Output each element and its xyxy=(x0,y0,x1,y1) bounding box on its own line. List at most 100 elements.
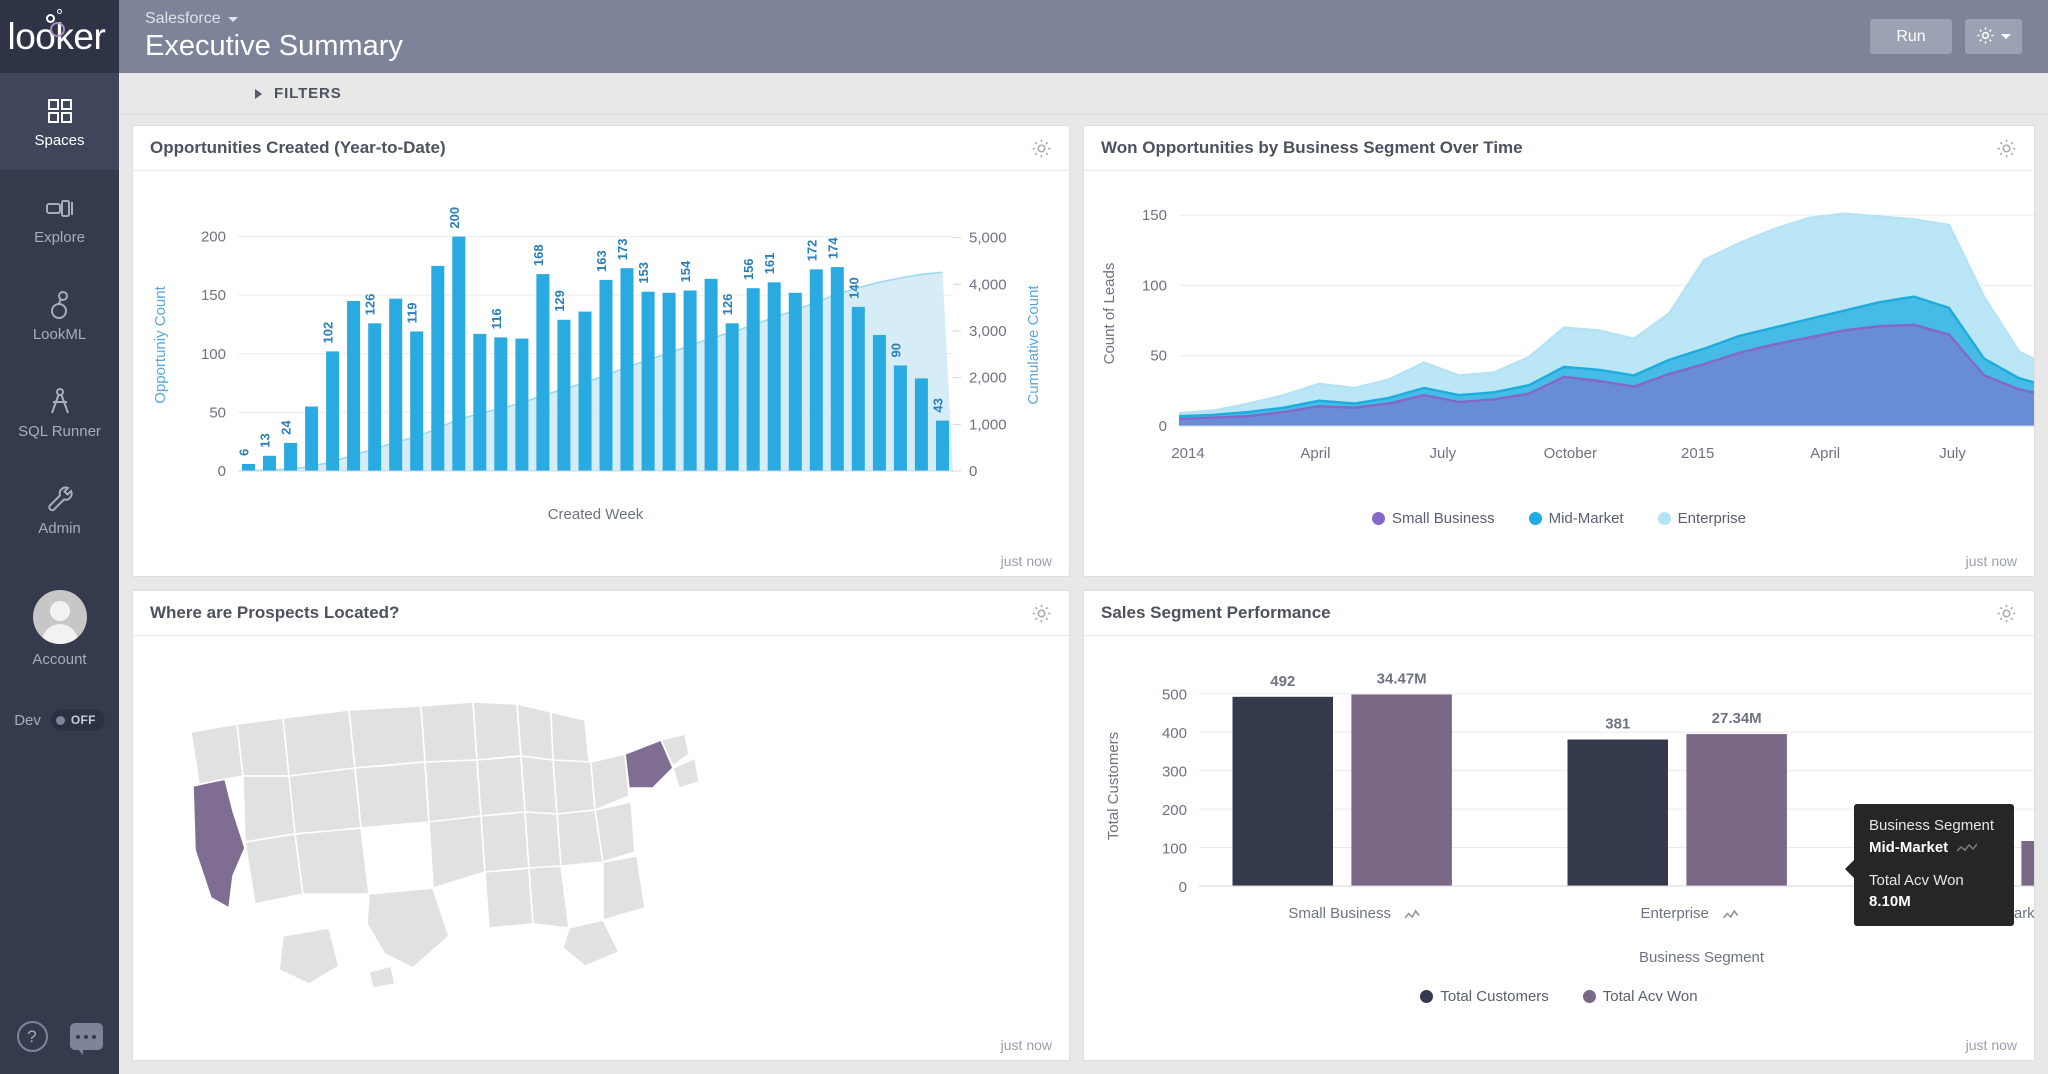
bar[interactable] xyxy=(410,332,423,472)
gear-icon[interactable] xyxy=(1031,138,1052,159)
state-iowa[interactable] xyxy=(477,756,525,816)
bar[interactable] xyxy=(705,279,718,471)
state-indiana-ohio[interactable] xyxy=(553,760,595,814)
sidebar-item-admin[interactable]: Admin xyxy=(0,461,119,558)
bar[interactable] xyxy=(326,351,339,471)
question-icon[interactable]: ? xyxy=(17,1021,48,1052)
bar[interactable] xyxy=(305,407,318,472)
bar[interactable] xyxy=(242,464,255,471)
state-north-dakota[interactable] xyxy=(421,702,477,762)
state-mississippi-alabama[interactable] xyxy=(529,866,569,928)
bar[interactable] xyxy=(684,291,697,472)
bar[interactable] xyxy=(452,237,465,471)
state-washington-oregon[interactable] xyxy=(191,724,243,784)
state-california[interactable] xyxy=(193,779,245,908)
legend-item[interactable]: Enterprise xyxy=(1658,510,1746,527)
state-new-mexico[interactable] xyxy=(295,828,369,894)
chart-sales-segment[interactable]: 0100200300400500$0.0010.00M20.00M30.00M4… xyxy=(1084,636,2034,1030)
bar[interactable] xyxy=(810,269,823,471)
state-utah[interactable] xyxy=(289,768,361,834)
state-georgia[interactable] xyxy=(603,856,645,920)
state-wisconsin[interactable] xyxy=(517,704,553,760)
breadcrumb-space[interactable]: Salesforce xyxy=(145,10,1870,28)
bar[interactable] xyxy=(494,337,507,471)
state-texas[interactable] xyxy=(367,888,449,968)
bar-total-acv-won[interactable] xyxy=(1351,695,1452,887)
bar[interactable] xyxy=(663,293,676,471)
legend-item[interactable]: Total Acv Won xyxy=(1583,988,1698,1005)
bar[interactable] xyxy=(473,334,486,471)
sidebar-item-explore[interactable]: Explore xyxy=(0,170,119,267)
bar[interactable] xyxy=(915,378,928,471)
bar[interactable] xyxy=(642,292,655,471)
state-kansas-oklahoma[interactable] xyxy=(429,816,485,888)
bar[interactable] xyxy=(894,366,907,472)
bar[interactable] xyxy=(852,307,865,471)
state-michigan[interactable] xyxy=(551,712,589,762)
state-illinois[interactable] xyxy=(521,756,557,814)
sparkline-icon[interactable] xyxy=(1405,911,1419,918)
bar[interactable] xyxy=(747,288,760,471)
bar[interactable] xyxy=(368,323,381,471)
state-arizona[interactable] xyxy=(245,834,303,904)
state-montana-e[interactable] xyxy=(349,706,425,768)
state-alaska[interactable] xyxy=(279,928,339,984)
dashboard-settings-button[interactable] xyxy=(1965,19,2022,54)
bar-total-acv-won[interactable] xyxy=(2021,841,2034,886)
bar[interactable] xyxy=(789,293,802,471)
state-colorado[interactable] xyxy=(355,762,429,828)
bar[interactable] xyxy=(536,274,549,471)
bar[interactable] xyxy=(263,456,276,471)
looker-logo[interactable]: looker xyxy=(0,0,119,73)
bar[interactable] xyxy=(431,266,444,471)
bar-total-customers[interactable] xyxy=(1568,740,1669,887)
state-nevada[interactable] xyxy=(243,776,295,842)
state-idaho[interactable] xyxy=(237,718,289,776)
chart-won-opportunities[interactable]: 0501001502014AprilJulyOctober2015AprilJu… xyxy=(1084,171,2034,546)
bar[interactable] xyxy=(347,301,360,471)
bar[interactable] xyxy=(936,421,949,471)
sidebar-item-account[interactable]: Account xyxy=(0,576,119,681)
run-button[interactable]: Run xyxy=(1870,19,1952,54)
bar-total-customers[interactable] xyxy=(1233,697,1334,886)
bar[interactable] xyxy=(621,268,634,471)
state-florida[interactable] xyxy=(563,920,619,966)
legend-item[interactable]: Small Business xyxy=(1372,510,1495,527)
state-virginia-carolina[interactable] xyxy=(595,802,635,862)
state-minnesota[interactable] xyxy=(473,702,521,760)
chat-icon[interactable] xyxy=(70,1023,103,1050)
bar[interactable] xyxy=(873,335,886,471)
bar[interactable] xyxy=(831,267,844,471)
sidebar-item-lookml[interactable]: LookML xyxy=(0,267,119,364)
bar[interactable] xyxy=(768,282,781,471)
state-pennsylvania[interactable] xyxy=(591,754,629,810)
sidebar-item-sql-runner[interactable]: SQL Runner xyxy=(0,364,119,461)
bar[interactable] xyxy=(284,443,297,471)
sparkline-icon[interactable] xyxy=(1724,911,1738,918)
gear-icon[interactable] xyxy=(1996,138,2017,159)
sidebar-item-spaces[interactable]: Spaces xyxy=(0,73,119,170)
state-nebraska[interactable] xyxy=(425,760,481,822)
bar[interactable] xyxy=(389,299,402,471)
legend-item[interactable]: Total Customers xyxy=(1420,988,1548,1005)
chart-opportunities-created[interactable]: 05010015020001,0002,0003,0004,0005,00061… xyxy=(133,171,1069,546)
bar-value-label: 174 xyxy=(825,237,840,259)
state-montana-w[interactable] xyxy=(283,710,355,776)
state-missouri[interactable] xyxy=(481,812,529,872)
legend-item[interactable]: Mid-Market xyxy=(1529,510,1624,527)
bar-total-acv-won[interactable] xyxy=(1686,734,1787,886)
gear-icon[interactable] xyxy=(1996,603,2017,624)
x-axis-title: Created Week xyxy=(548,506,644,523)
bar[interactable] xyxy=(557,320,570,471)
state-hawaii[interactable] xyxy=(369,966,395,988)
us-map[interactable] xyxy=(133,636,1069,1030)
state-tennessee[interactable] xyxy=(525,812,561,868)
state-arkansas-louisiana[interactable] xyxy=(485,868,533,928)
bar[interactable] xyxy=(600,280,613,471)
bar[interactable] xyxy=(515,339,528,471)
bar[interactable] xyxy=(579,312,592,471)
bar[interactable] xyxy=(726,323,739,471)
gear-icon[interactable] xyxy=(1031,603,1052,624)
dev-mode-toggle[interactable]: OFF xyxy=(51,709,105,731)
filters-bar[interactable]: FILTERS xyxy=(119,73,2048,115)
